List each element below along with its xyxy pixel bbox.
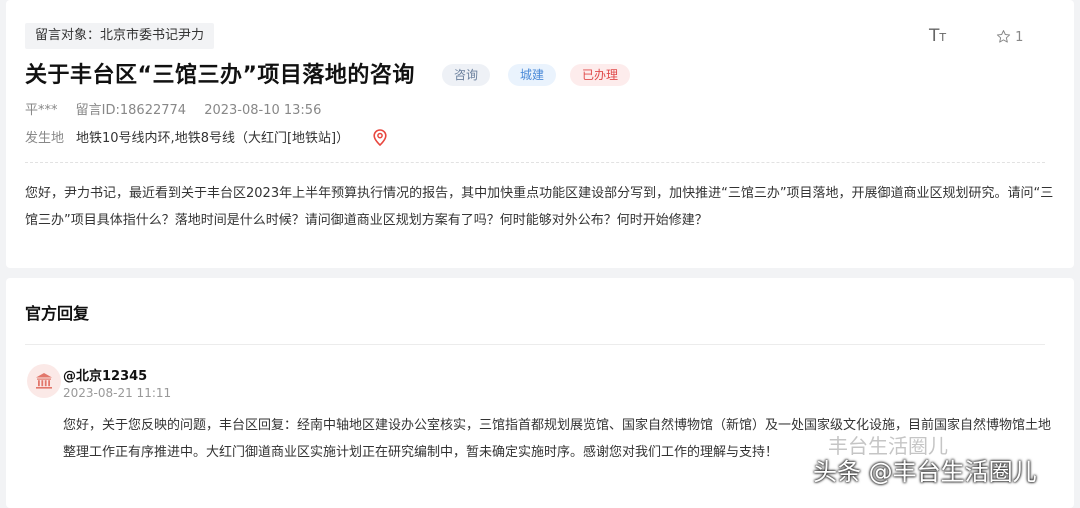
author-name: 平*** <box>25 103 58 118</box>
location-pin-icon[interactable] <box>373 129 387 153</box>
message-meta: 平*** 留言ID:18622774 2023-08-10 13:56 <box>25 101 335 121</box>
reply-time: 2023-08-21 11:11 <box>63 386 172 400</box>
message-target-badge: 留言对象：北京市委书记尹力 <box>25 23 215 49</box>
message-title: 关于丰台区“三馆三办”项目落地的咨询 <box>25 63 415 88</box>
replier-avatar <box>27 364 61 398</box>
government-building-icon <box>36 373 52 389</box>
divider <box>25 162 1045 163</box>
location-label: 发生地 <box>25 131 65 146</box>
favorite-count: 1 <box>1015 30 1024 45</box>
favorite-button[interactable]: 1 <box>996 28 1023 48</box>
watermark-bottom: 头条 @丰台生活圈儿 <box>813 458 1037 486</box>
location-row: 发生地 地铁10号线内环,地铁8号线（大红门[地铁站]） <box>25 129 387 149</box>
tag-status: 已办理 <box>570 64 631 86</box>
tag-domain: 城建 <box>508 64 557 86</box>
message-content: 您好，尹力书记，最近看到关于丰台区2023年上半年预算执行情况的报告，其中加快重… <box>25 186 1054 228</box>
tag-category: 咨询 <box>442 64 491 86</box>
star-icon <box>996 30 1011 43</box>
location-value: 地铁10号线内环,地铁8号线（大红门[地铁站]） <box>76 131 350 146</box>
message-datetime: 2023-08-10 13:56 <box>204 103 322 118</box>
reply-divider <box>25 344 1045 345</box>
reply-section-title: 官方回复 <box>25 304 90 323</box>
message-id: 留言ID:18622774 <box>75 103 187 118</box>
replier-name[interactable]: @北京12345 <box>63 365 147 384</box>
text-size-icon[interactable]: TT <box>929 26 951 48</box>
